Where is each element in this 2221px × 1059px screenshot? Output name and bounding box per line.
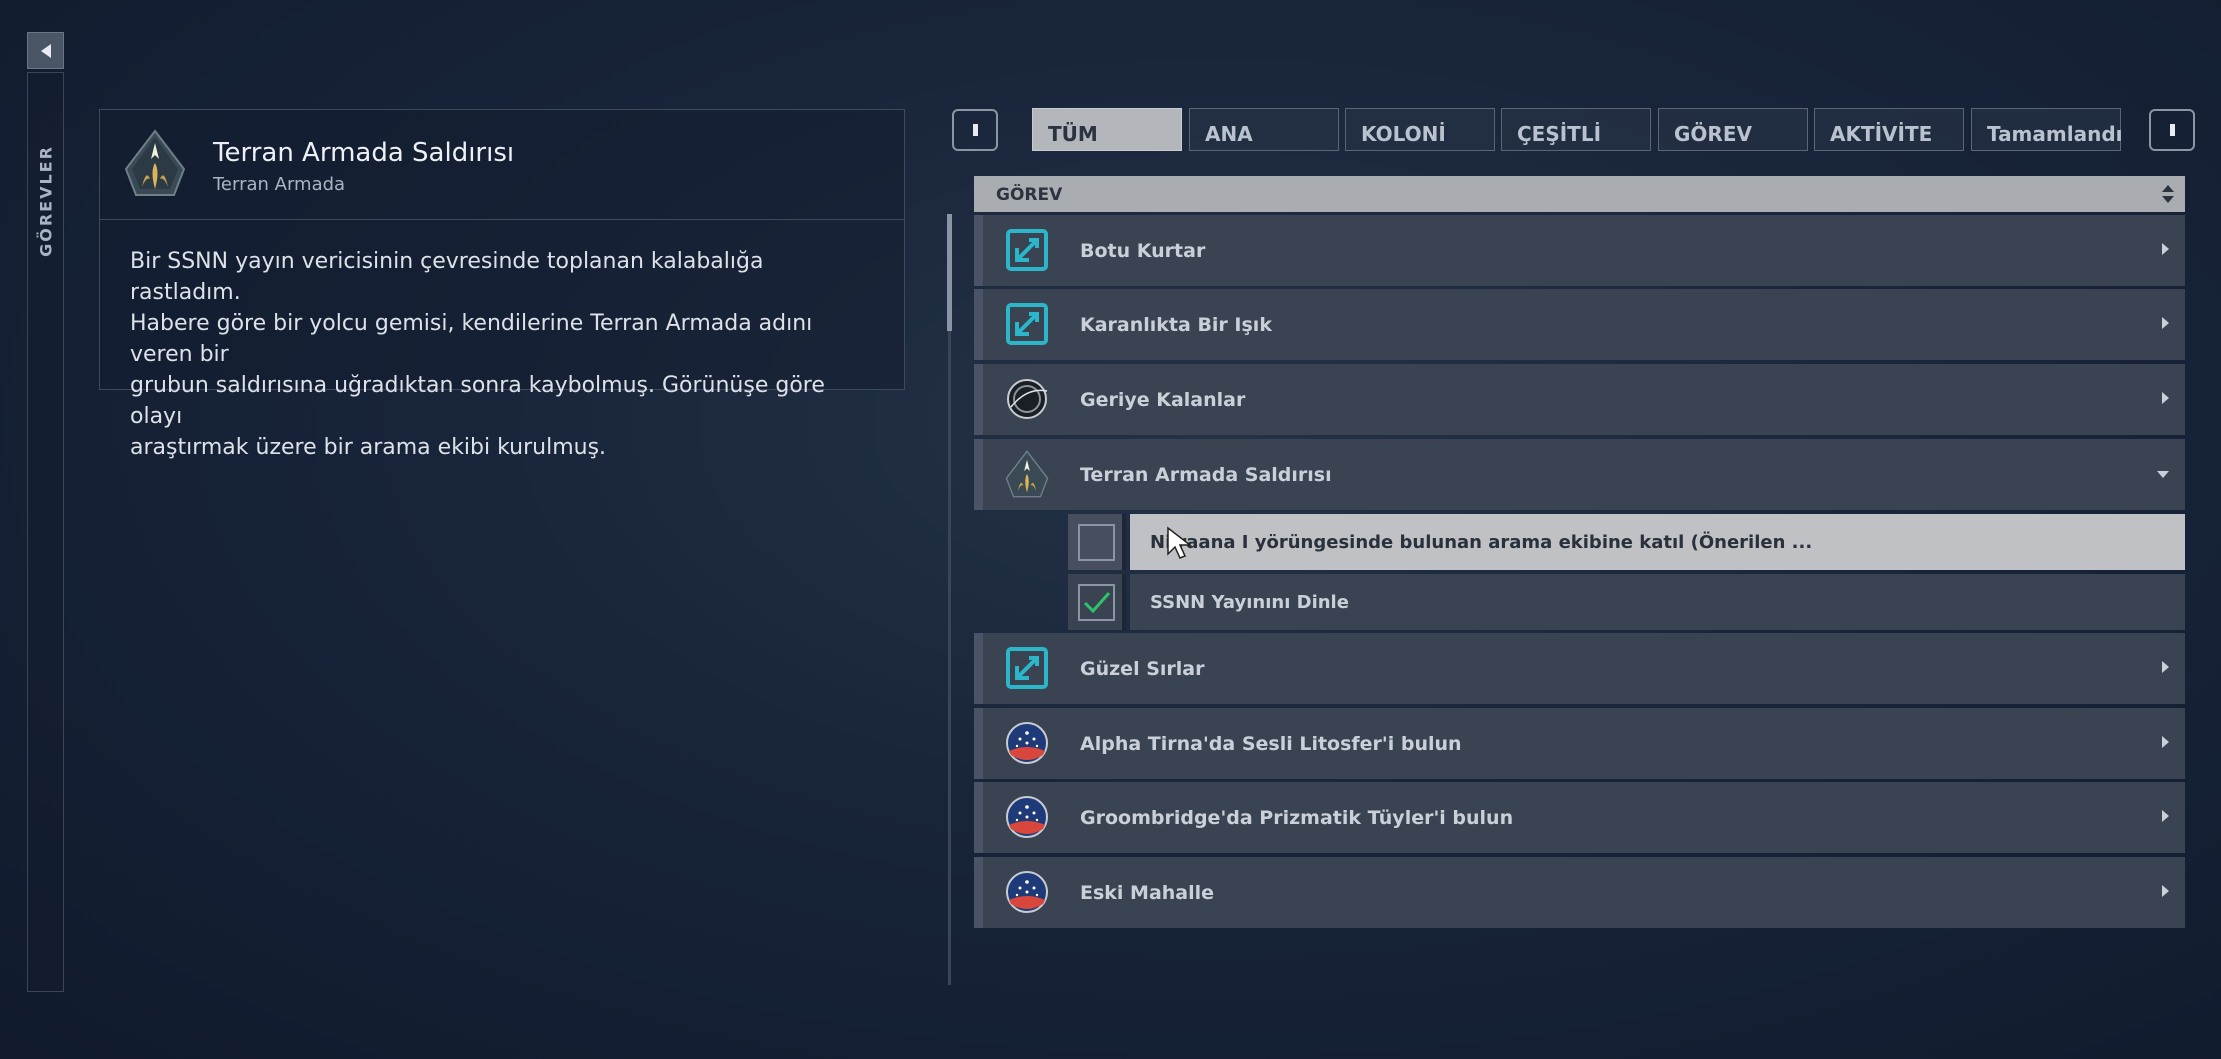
quest-row[interactable]: Eski Mahalle [974,857,2185,928]
tab-gorev[interactable]: GÖREV [1658,108,1808,151]
tab-aktivite[interactable]: AKTİVİTE [1814,108,1964,151]
quest-detail-title: Terran Armada Saldırısı [213,138,515,168]
expand-arrow-icon [2162,810,2169,822]
quest-label: Terran Armada Saldırısı [1080,464,1332,486]
objective-row[interactable]: SSNN Yayınını Dinle [1068,574,2185,630]
quest-detail-panel: Terran Armada Saldırısı Terran Armada Bi… [99,109,905,460]
expand-arrow-icon [2162,736,2169,748]
quest-row-expanded[interactable]: Terran Armada Saldırısı [974,439,2185,510]
quest-row[interactable]: Groombridge'da Prizmatik Tüyler'i bulun [974,782,2185,853]
expand-arrow-icon [2162,317,2169,329]
planet-globe-icon [1006,871,1048,913]
checkmark-icon [1083,592,1111,614]
expand-arrow-icon [2162,885,2169,897]
quest-row[interactable]: Güzel Sırlar [974,633,2185,704]
tab-tamamlandi[interactable]: Tamamlandı [1971,108,2123,151]
quest-row[interactable]: Botu Kurtar [974,215,2185,286]
list-scrollbar-thumb[interactable] [947,214,952,331]
expand-arrow-icon [2162,243,2169,255]
planet-globe-icon [1006,722,1048,764]
terran-armada-emblem-icon [124,129,186,196]
quest-label: Groombridge'da Prizmatik Tüyler'i bulun [1080,807,1514,829]
quest-label: Geriye Kalanlar [1080,389,1246,411]
planet-globe-icon [1006,796,1048,838]
tab-cesitli[interactable]: ÇEŞİTLİ [1501,108,1651,151]
objective-checkbox [1078,524,1115,561]
quest-label: Botu Kurtar [1080,240,1206,262]
sort-header-label: GÖREV [996,185,1063,205]
quest-row[interactable]: Geriye Kalanlar [974,364,2185,435]
mouse-cursor-icon [1167,526,1192,559]
expand-arrow-icon [2162,661,2169,673]
quest-list-sort-header[interactable]: GÖREV [974,176,2185,212]
tab-ana[interactable]: ANA [1189,108,1339,151]
terran-armada-emblem-icon [1005,450,1049,498]
quest-label: Karanlıkta Bir Işık [1080,314,1272,336]
description-line: Bir SSNN yayın vericisinin çevresinde to… [130,249,764,305]
mission-board-icon [1006,303,1048,345]
rb-key-icon [2169,124,2175,136]
mission-board-icon [1006,647,1048,689]
sidebar-rail: GÖREVLER [27,72,64,992]
constellation-ring-icon [1007,379,1048,419]
sidebar-title: GÖREVLER [36,145,55,257]
quest-label: Eski Mahalle [1080,882,1215,904]
objective-checkbox-cell [1068,514,1126,570]
tab-koloni[interactable]: KOLONİ [1345,108,1495,151]
collapse-sidebar-button[interactable] [27,32,64,69]
objective-row[interactable]: Niiraana I yörüngesinde bulunan arama ek… [1068,514,2185,570]
next-tab-button[interactable] [2149,109,2195,151]
objective-label: SSNN Yayınını Dinle [1130,574,2185,630]
lb-key-icon [972,124,978,136]
sort-updown-icon [2162,185,2174,203]
description-line: Habere göre bir yolcu gemisi, kendilerin… [130,311,813,367]
caret-left-icon [40,43,51,58]
description-line: araştırmak üzere bir arama ekibi kurulmu… [130,435,607,460]
objective-checkbox-cell [1068,574,1126,630]
quest-row[interactable]: Alpha Tirna'da Sesli Litosfer'i bulun [974,708,2185,779]
tab-tum[interactable]: TÜM [1032,108,1182,151]
quest-label: Güzel Sırlar [1080,658,1205,680]
objective-label: Niiraana I yörüngesinde bulunan arama ek… [1130,514,2185,570]
prev-tab-button[interactable] [952,109,998,151]
mission-board-icon [1006,229,1048,271]
quest-label: Alpha Tirna'da Sesli Litosfer'i bulun [1080,733,1462,755]
quest-detail-description: Bir SSNN yayın vericisinin çevresinde to… [100,220,904,463]
expand-arrow-icon [2162,392,2169,404]
description-line: grubun saldırısına uğradıktan sonra kayb… [130,373,825,429]
collapse-arrow-icon [2157,471,2169,478]
quest-detail-header: Terran Armada Saldırısı Terran Armada [100,110,904,220]
objective-checkbox-checked [1078,584,1115,621]
quest-detail-subtitle: Terran Armada [213,174,346,195]
quest-row[interactable]: Karanlıkta Bir Işık [974,289,2185,360]
